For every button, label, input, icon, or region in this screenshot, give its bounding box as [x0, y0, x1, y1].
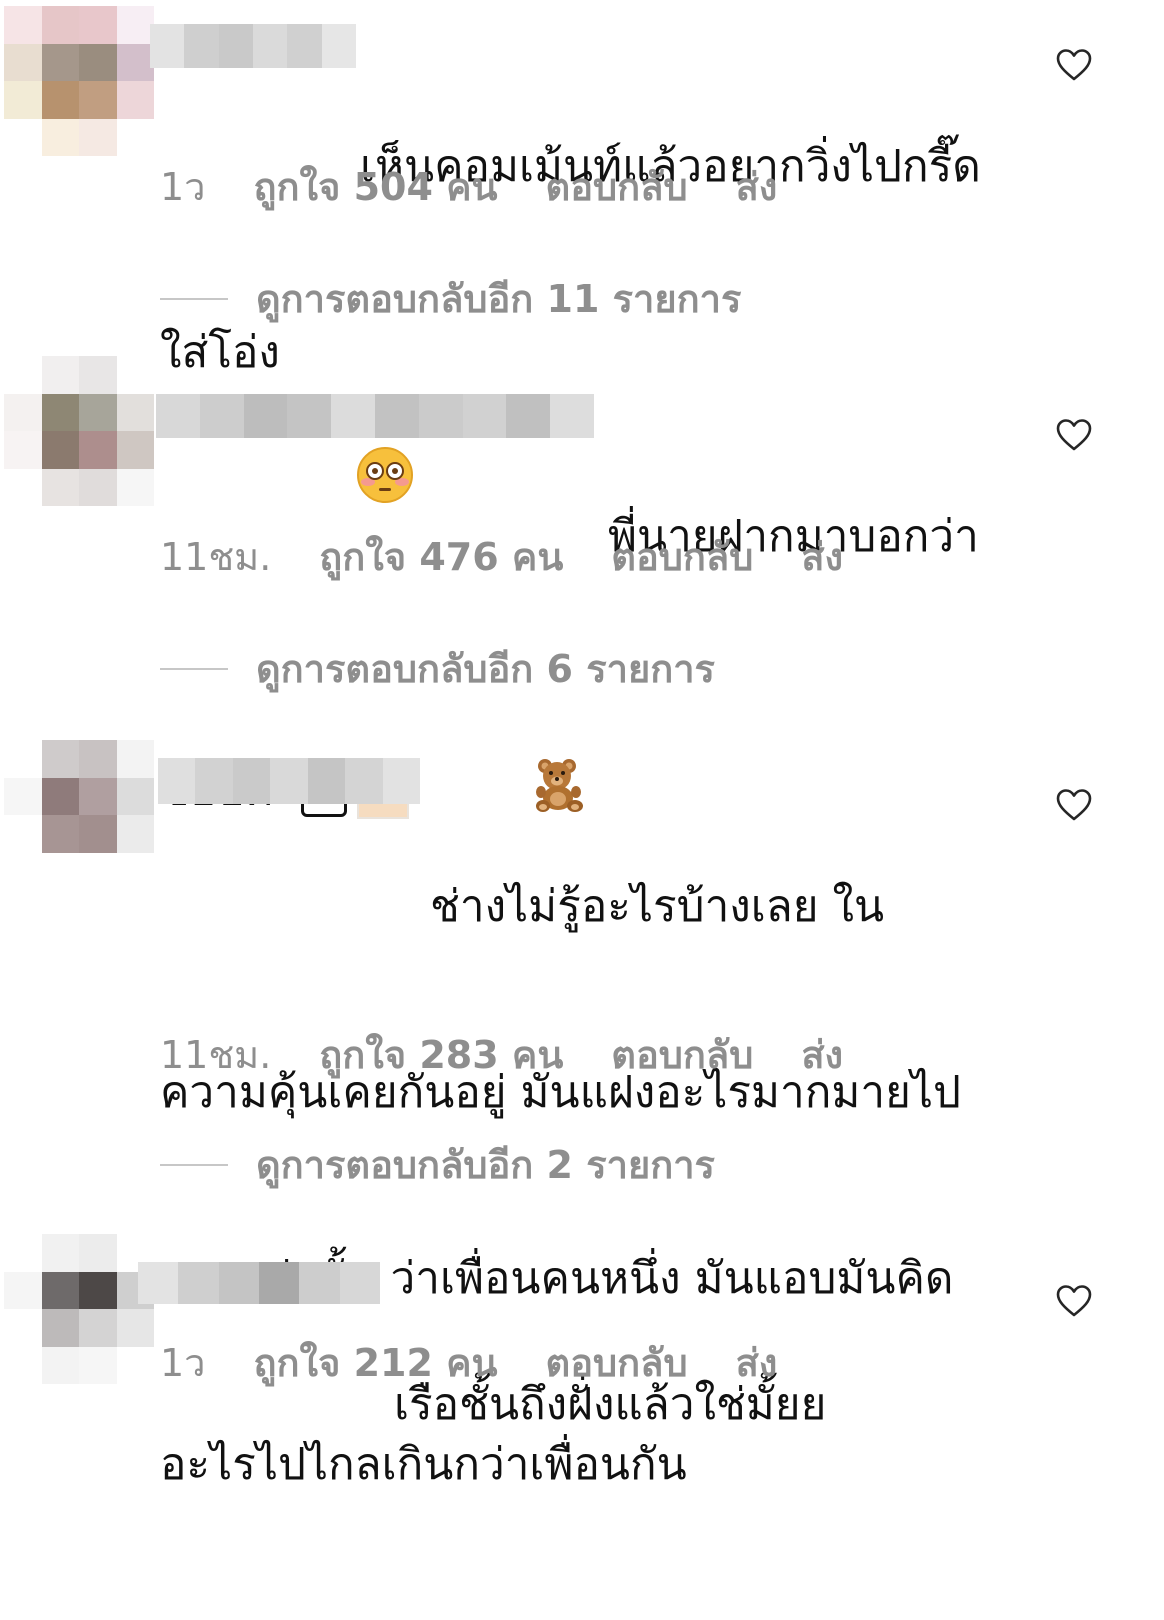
view-replies-button[interactable]: ดูการตอบกลับอีก 11 รายการ: [160, 268, 741, 329]
timestamp: 1ว: [160, 1341, 206, 1385]
heart-outline-icon[interactable]: [1056, 788, 1092, 822]
divider: [160, 297, 228, 300]
view-replies-button[interactable]: ดูการตอบกลับอีก 2 รายการ: [160, 1134, 715, 1195]
comment-3: ช่างไม่รู้อะไรบ้างเลย ใน ความคุ้นเคยกันอ…: [0, 740, 1164, 1490]
avatar[interactable]: [4, 6, 154, 156]
avatar[interactable]: [4, 1234, 154, 1384]
view-replies-label[interactable]: ดูการตอบกลับอีก 2 รายการ: [256, 1134, 715, 1195]
reply-button[interactable]: ตอบกลับ: [546, 156, 688, 217]
comment-meta: 1ว ถูกใจ 212 คน ตอบกลับ ส่ง: [160, 1332, 777, 1393]
reply-button[interactable]: ตอบกลับ: [611, 1024, 753, 1085]
heart-outline-icon[interactable]: [1056, 1284, 1092, 1318]
view-replies-label[interactable]: ดูการตอบกลับอีก 6 รายการ: [256, 638, 715, 699]
avatar[interactable]: [4, 740, 154, 890]
send-button[interactable]: ส่ง: [801, 1024, 843, 1085]
view-replies-button[interactable]: ดูการตอบกลับอีก 6 รายการ: [160, 638, 715, 699]
view-replies-label[interactable]: ดูการตอบกลับอีก 11 รายการ: [256, 268, 741, 329]
likes-count[interactable]: ถูกใจ 283 คน: [319, 1024, 563, 1085]
avatar[interactable]: [4, 356, 154, 506]
comment-2: พี่นายฝากมาบอกว่า ชอบค่ะ? 11ชม. ถูกใ: [0, 356, 1164, 819]
timestamp: 1ว: [160, 165, 206, 209]
heart-outline-icon[interactable]: [1056, 418, 1092, 452]
send-button[interactable]: ส่ง: [801, 526, 843, 587]
timestamp: 11ชม.: [160, 1033, 272, 1077]
comment-meta: 11ชม. ถูกใจ 476 คน ตอบกลับ ส่ง: [160, 526, 843, 587]
comment-meta: 11ชม. ถูกใจ 283 คน ตอบกลับ ส่ง: [160, 1024, 843, 1085]
heart-outline-icon[interactable]: [1056, 48, 1092, 82]
comment-text: เรือชั้นถึงฝั่งแล้วใช่มั้ยย: [394, 1379, 827, 1430]
divider: [160, 667, 228, 670]
likes-count[interactable]: ถูกใจ 504 คน: [254, 156, 498, 217]
send-button[interactable]: ส่ง: [736, 1332, 778, 1393]
divider: [160, 1163, 228, 1166]
comment-1: เห็นคอมเม้นท์แล้วอยากวิ่งไปกรี๊ด ใส่โอ่ง…: [0, 0, 1164, 503]
reply-button[interactable]: ตอบกลับ: [611, 526, 753, 587]
send-button[interactable]: ส่ง: [736, 156, 778, 217]
reply-button[interactable]: ตอบกลับ: [546, 1332, 688, 1393]
comment-4: เรือชั้นถึงฝั่งแล้วใช่มั้ยย 1ว ถูกใจ 212…: [0, 1230, 1164, 1430]
likes-count[interactable]: ถูกใจ 476 คน: [319, 526, 563, 587]
comment-meta: 1ว ถูกใจ 504 คน ตอบกลับ ส่ง: [160, 156, 777, 217]
likes-count[interactable]: ถูกใจ 212 คน: [254, 1332, 498, 1393]
timestamp: 11ชม.: [160, 535, 272, 579]
